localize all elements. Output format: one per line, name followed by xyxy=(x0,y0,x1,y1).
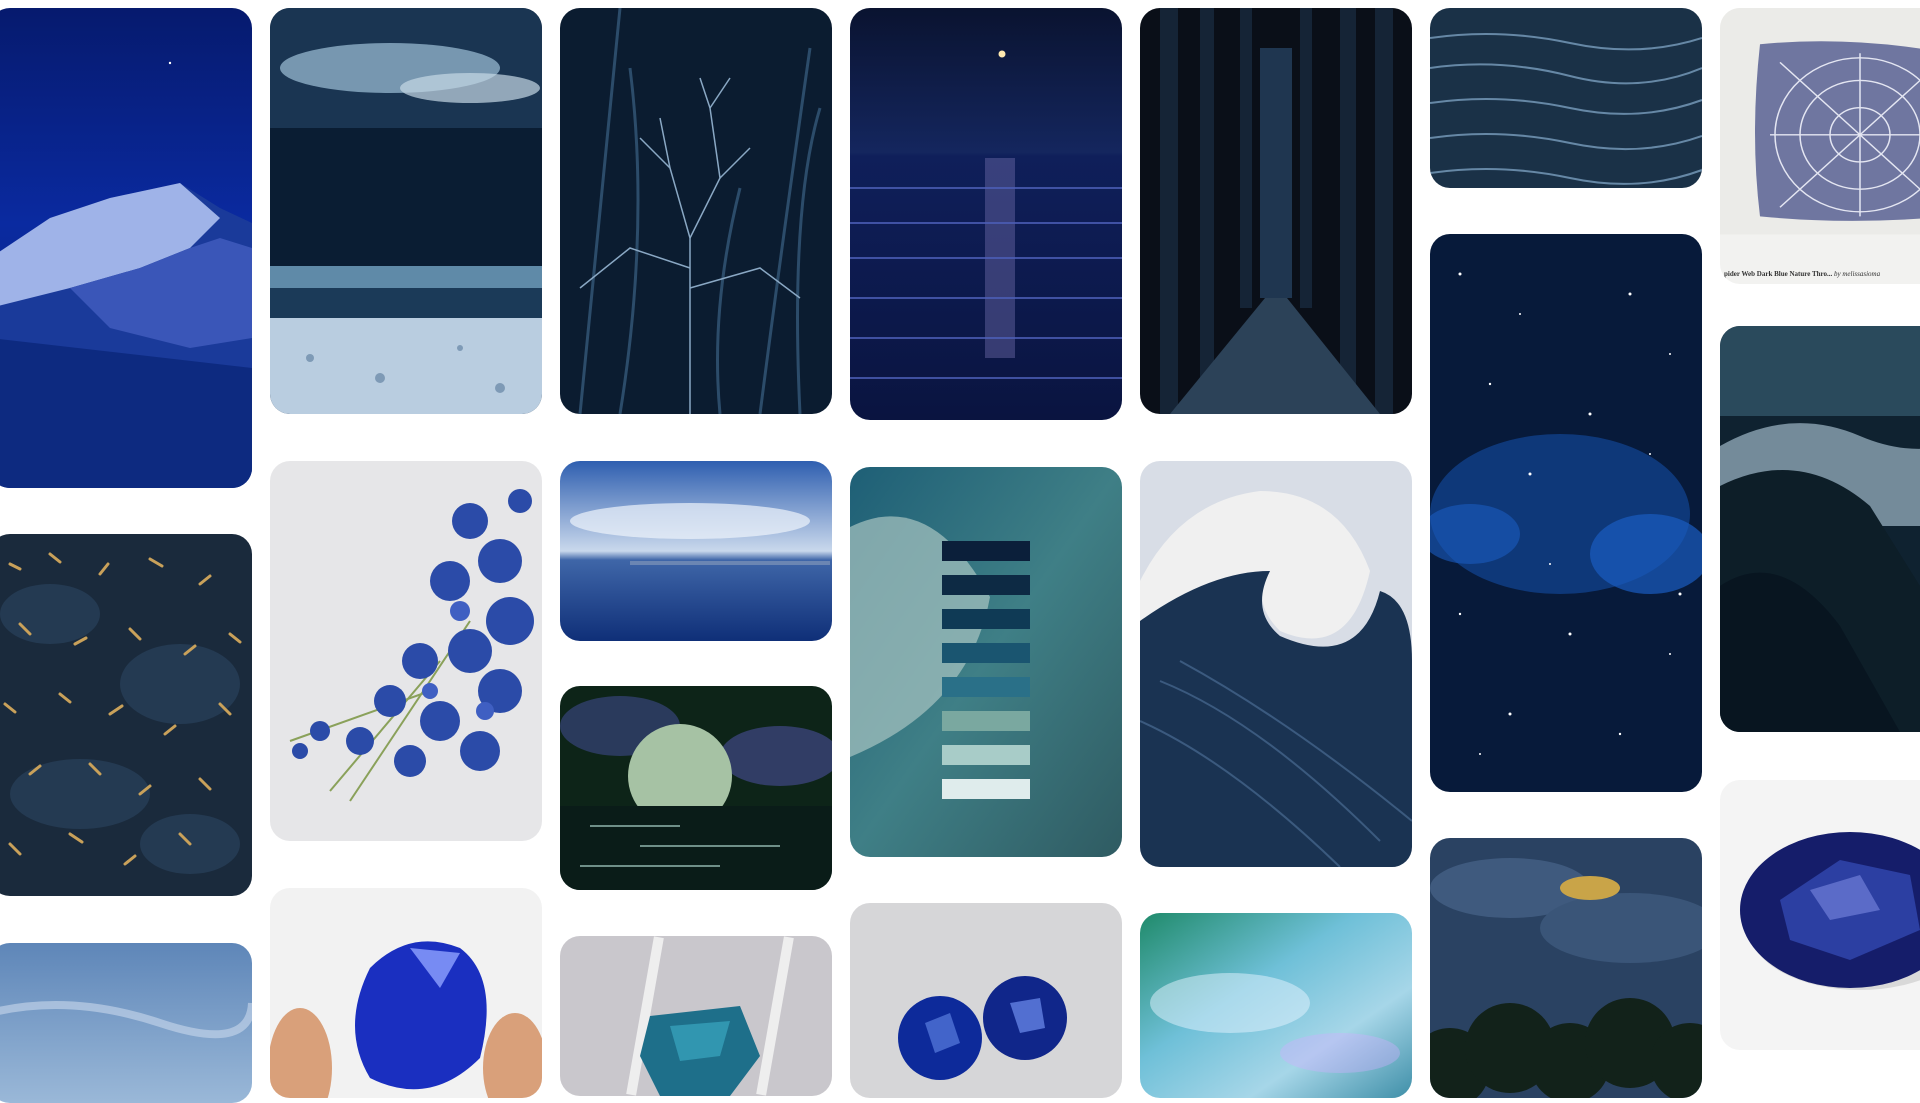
pin-dark-grass-branches[interactable] xyxy=(560,8,832,414)
night-mountain-image xyxy=(0,8,252,488)
pin-green-moon-reflection[interactable] xyxy=(560,686,832,890)
pin-blue-flower-bouquet[interactable] xyxy=(270,461,542,841)
pin-light-sky[interactable] xyxy=(0,943,252,1103)
swatch-3 xyxy=(942,609,1030,629)
pin-caption-author: by melissasioma xyxy=(1834,270,1881,278)
big-wave-image xyxy=(1140,461,1412,867)
moon-ocean-image xyxy=(850,8,1122,420)
dark-forest-image xyxy=(1140,8,1412,414)
iridescent-image xyxy=(1140,913,1412,1098)
pin-caption-title: pider Web Dark Blue Nature Thro... xyxy=(1724,270,1833,278)
pin-big-wave[interactable] xyxy=(1140,461,1412,867)
swatch-7 xyxy=(942,745,1030,765)
stormy-sea-image xyxy=(270,8,542,414)
pin-stormy-sea-beach[interactable] xyxy=(270,8,542,414)
pin-storm-clouds-trees[interactable] xyxy=(1430,838,1702,1098)
pin-two-sapphires[interactable] xyxy=(850,903,1122,1098)
swatch-1 xyxy=(942,541,1030,561)
pin-blue-galaxy[interactable] xyxy=(1430,234,1702,792)
teal-palette-image xyxy=(850,467,1122,857)
water-ripples-image xyxy=(1430,8,1702,188)
swatch-5 xyxy=(942,677,1030,697)
pin-misty-mountains[interactable] xyxy=(1720,326,1920,732)
sapphire-hand-image xyxy=(270,888,542,1098)
pin-sky-over-sea[interactable] xyxy=(560,461,832,641)
light-sky-image xyxy=(0,943,252,1103)
blue-flowers-image xyxy=(270,461,542,841)
pin-dark-forest-path[interactable] xyxy=(1140,8,1412,414)
blue-sky-sea-image xyxy=(560,461,832,641)
pin-gem-in-tweezers[interactable] xyxy=(560,936,832,1096)
pin-iridescent-water[interactable] xyxy=(1140,913,1412,1098)
pin-oval-sapphire[interactable] xyxy=(1720,780,1920,1050)
tweezers-gem-image xyxy=(560,936,832,1096)
swatch-6 xyxy=(942,711,1030,731)
swatch-8 xyxy=(942,779,1030,799)
misty-mountains-image xyxy=(1720,326,1920,732)
spider-pillow-image xyxy=(1720,8,1920,235)
pin-caption: pider Web Dark Blue Nature Thro... by me… xyxy=(1724,270,1880,278)
pin-water-ripples[interactable] xyxy=(1430,8,1702,188)
swatch-4 xyxy=(942,643,1030,663)
pin-night-snow-mountain[interactable] xyxy=(0,8,252,488)
gold-leaves-image xyxy=(0,534,252,896)
dark-grass-image xyxy=(560,8,832,414)
pin-moonlit-ocean[interactable] xyxy=(850,8,1122,420)
pin-spider-web-pillow[interactable]: pider Web Dark Blue Nature Thro... by me… xyxy=(1720,8,1920,284)
oval-sapphire-image xyxy=(1720,780,1920,1050)
pin-teal-color-palette[interactable] xyxy=(850,467,1122,857)
swatch-2 xyxy=(942,575,1030,595)
galaxy-image xyxy=(1430,234,1702,792)
pin-gold-leaves-on-stone[interactable] xyxy=(0,534,252,896)
storm-trees-image xyxy=(1430,838,1702,1098)
two-sapphires-image xyxy=(850,903,1122,1098)
green-moon-image xyxy=(560,686,832,890)
pin-sapphire-in-hand[interactable] xyxy=(270,888,542,1098)
